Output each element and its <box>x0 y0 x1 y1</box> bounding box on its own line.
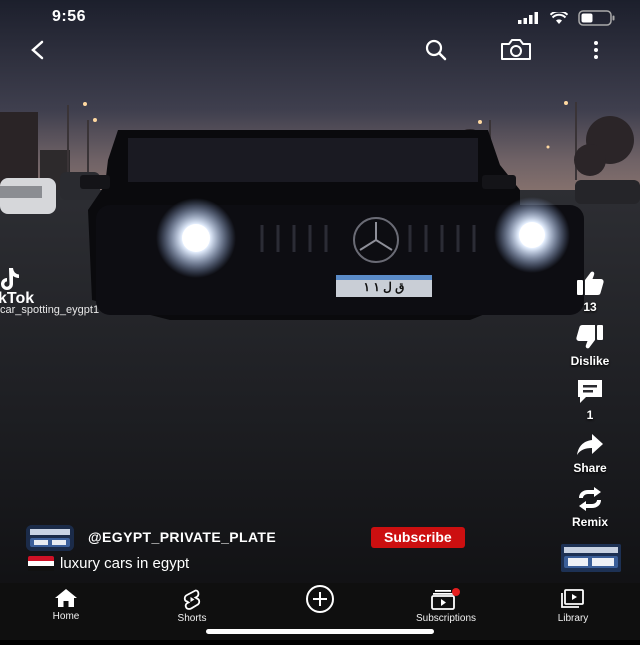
nav-shorts[interactable]: Shorts <box>142 588 242 624</box>
comment-count: 1 <box>586 408 594 422</box>
status-time: 9:56 <box>52 8 87 25</box>
nav-library-label: Library <box>557 613 589 624</box>
nav-subscriptions[interactable]: Subscriptions <box>396 588 496 624</box>
more-options-button[interactable] <box>578 32 614 68</box>
video-caption[interactable]: luxury cars in egypt <box>28 555 189 572</box>
more-vertical-icon <box>594 41 598 59</box>
chevron-left-icon <box>31 40 44 60</box>
nav-home[interactable]: Home <box>16 588 116 622</box>
share-button[interactable]: Share <box>560 433 620 475</box>
share-icon <box>577 434 603 455</box>
nav-shorts-label: Shorts <box>177 613 207 624</box>
thumbs-up-icon <box>577 271 604 295</box>
search-button[interactable] <box>418 32 454 68</box>
license-plate: ق ل ١ ١ <box>363 280 405 294</box>
remix-label: Remix <box>571 515 609 529</box>
egypt-flag-icon <box>28 555 54 572</box>
comment-icon <box>578 380 602 403</box>
dislike-label: Dislike <box>570 354 610 368</box>
like-count: 13 <box>583 300 597 314</box>
camera-icon <box>501 39 531 60</box>
remix-button[interactable]: Remix <box>560 487 620 529</box>
home-indicator[interactable] <box>206 629 434 634</box>
battery-icon <box>578 10 615 26</box>
like-button[interactable]: 13 <box>560 270 620 314</box>
nav-subscriptions-label: Subscriptions <box>415 613 477 624</box>
back-button[interactable] <box>20 32 56 68</box>
nav-create[interactable] <box>270 584 370 614</box>
caption-text: luxury cars in egypt <box>60 555 190 572</box>
tiktok-watermark-username: car_spotting_eygpt1 <box>0 304 100 316</box>
share-label: Share <box>573 461 607 475</box>
wifi-icon <box>550 11 568 24</box>
nav-home-label: Home <box>52 611 80 622</box>
remix-icon <box>579 487 601 511</box>
thumbs-down-icon <box>576 325 603 349</box>
channel-logo-icon <box>26 525 74 551</box>
channel-avatar[interactable] <box>26 525 74 551</box>
library-icon <box>561 589 584 608</box>
nav-library[interactable]: Library <box>523 588 623 624</box>
shorts-icon <box>183 589 201 610</box>
camera-button[interactable] <box>498 32 534 68</box>
home-icon <box>55 589 77 607</box>
plus-icon <box>306 585 334 613</box>
status-icons <box>518 10 616 26</box>
search-icon <box>425 39 447 61</box>
comments-button[interactable]: 1 <box>560 378 620 422</box>
subscriptions-icon <box>431 588 460 610</box>
tiktok-logo-icon <box>1 268 19 290</box>
signal-icon <box>518 12 538 24</box>
subscribe-button[interactable]: Subscribe <box>371 527 465 548</box>
sound-thumbnail-icon <box>561 544 621 572</box>
dislike-button[interactable]: Dislike <box>560 324 620 368</box>
channel-handle[interactable]: @EGYPT_PRIVATE_PLATE <box>88 529 276 545</box>
sound-thumbnail[interactable] <box>561 544 621 572</box>
